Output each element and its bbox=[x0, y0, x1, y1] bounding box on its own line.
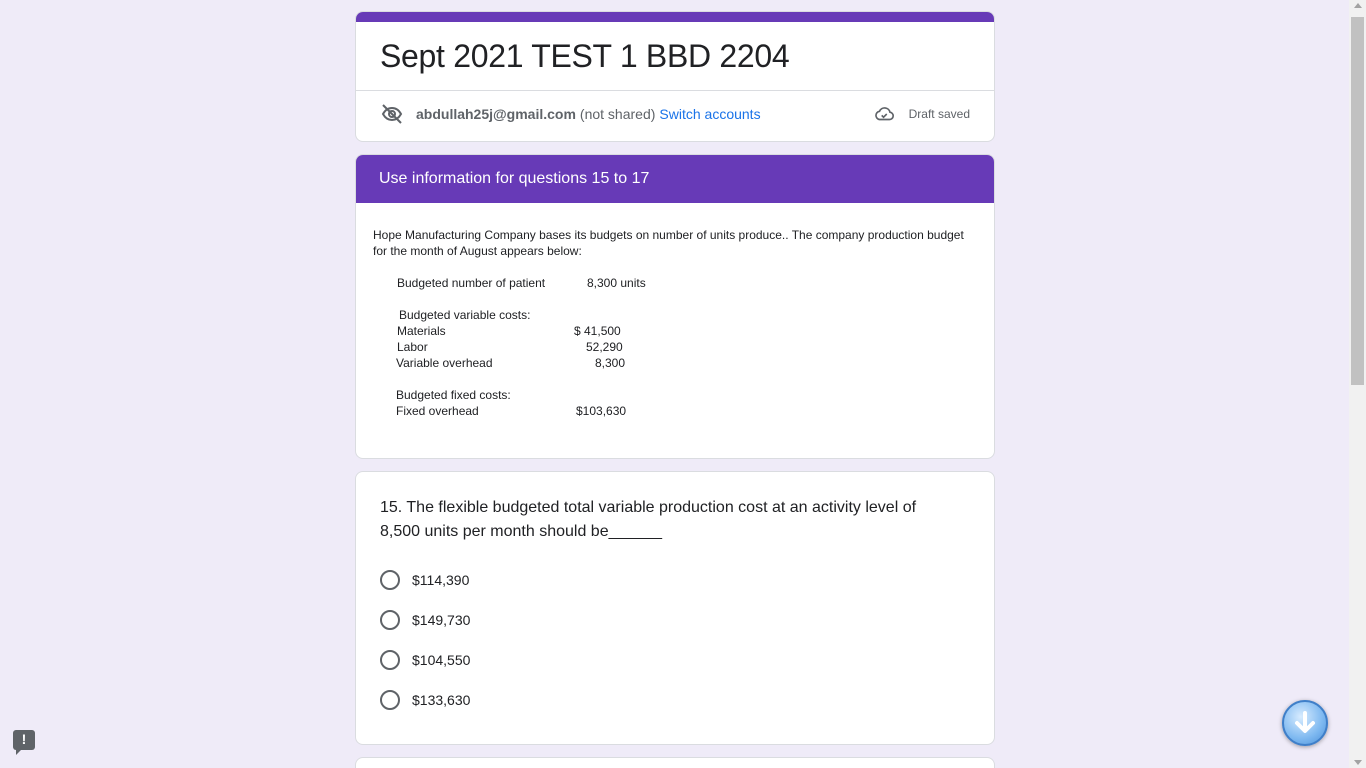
eye-off-icon bbox=[380, 102, 404, 126]
account-row: abdullah25j@gmail.com (not shared) Switc… bbox=[380, 100, 970, 128]
scroll-down-arrow-icon[interactable] bbox=[1354, 760, 1362, 765]
option-3[interactable]: $104,550 bbox=[380, 648, 470, 672]
option-4[interactable]: $133,630 bbox=[380, 688, 470, 712]
question-card: 15. The flexible budgeted total variable… bbox=[355, 471, 995, 745]
radio-button[interactable] bbox=[380, 610, 400, 630]
switch-accounts-link[interactable]: Switch accounts bbox=[659, 106, 760, 122]
next-question-card bbox=[355, 757, 995, 768]
feedback-icon[interactable]: ! bbox=[13, 730, 35, 755]
section-card: Use information for questions 15 to 17 H… bbox=[355, 154, 995, 459]
accent-bar bbox=[356, 12, 994, 22]
variable-costs-heading: Budgeted variable costs: bbox=[399, 308, 531, 322]
draft-status: Draft saved bbox=[873, 103, 970, 125]
materials-value: $ 41,500 bbox=[574, 324, 621, 338]
labor-label: Labor bbox=[397, 340, 428, 354]
scrollbar-thumb[interactable] bbox=[1351, 17, 1364, 385]
draft-status-label: Draft saved bbox=[908, 107, 970, 121]
labor-value: 52,290 bbox=[586, 340, 623, 354]
radio-button[interactable] bbox=[380, 650, 400, 670]
form-title-card: Sept 2021 TEST 1 BBD 2204 abdullah25j@gm… bbox=[355, 11, 995, 142]
variable-overhead-value: 8,300 bbox=[595, 356, 626, 370]
fixed-overhead-value: $103,630 bbox=[576, 404, 627, 418]
patients-value: 8,300 units bbox=[587, 276, 646, 290]
option-label: $133,630 bbox=[412, 692, 471, 708]
account-email: abdullah25j@gmail.com bbox=[416, 106, 576, 122]
divider bbox=[356, 90, 994, 91]
option-label: $149,730 bbox=[412, 612, 471, 628]
patients-label: Budgeted number of patient bbox=[397, 276, 546, 290]
radio-button[interactable] bbox=[380, 690, 400, 710]
option-label: $104,550 bbox=[412, 652, 471, 668]
form-title: Sept 2021 TEST 1 BBD 2204 bbox=[380, 38, 790, 74]
option-2[interactable]: $149,730 bbox=[380, 608, 470, 632]
option-label: $114,390 bbox=[412, 572, 470, 588]
radio-button[interactable] bbox=[380, 570, 400, 590]
question-text: 15. The flexible budgeted total variable… bbox=[380, 499, 917, 540]
not-shared-label: (not shared) bbox=[579, 106, 656, 122]
scroll-up-arrow-icon[interactable] bbox=[1354, 3, 1362, 8]
fixed-costs-heading: Budgeted fixed costs: bbox=[396, 388, 511, 402]
cloud-done-icon bbox=[873, 103, 895, 125]
option-1[interactable]: $114,390 bbox=[380, 568, 469, 592]
arrow-down-icon[interactable] bbox=[1282, 700, 1328, 746]
fixed-overhead-label: Fixed overhead bbox=[396, 404, 479, 418]
variable-overhead-label: Variable overhead bbox=[396, 356, 493, 370]
materials-label: Materials bbox=[397, 324, 446, 338]
page-scrollbar[interactable] bbox=[1349, 0, 1366, 768]
budget-table: Budgeted number of patient 8,300 units B… bbox=[356, 155, 994, 458]
